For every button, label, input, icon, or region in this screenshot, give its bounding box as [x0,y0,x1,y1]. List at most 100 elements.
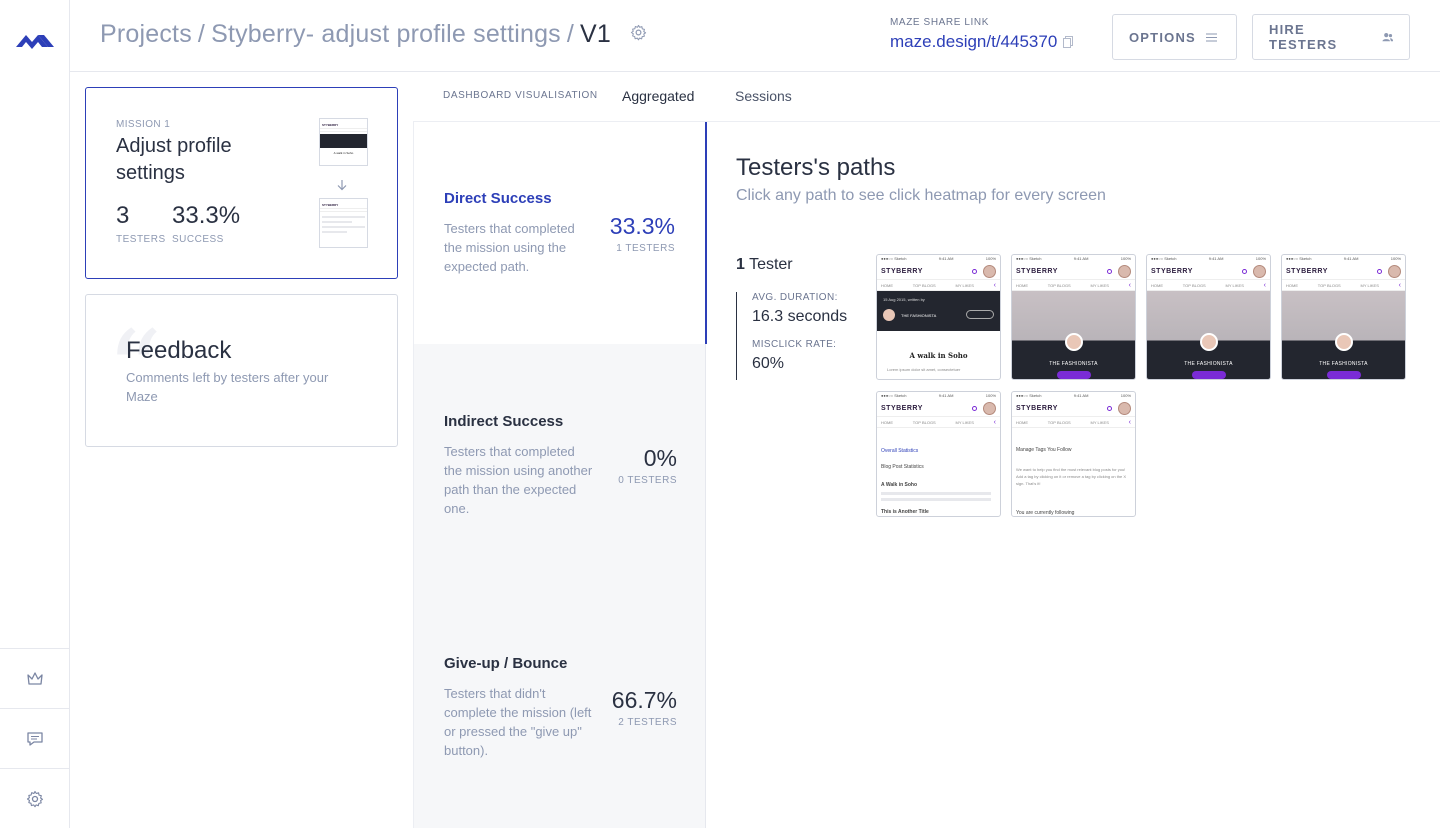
crown-icon[interactable] [0,648,70,708]
users-icon [1382,33,1393,42]
profile-name: THE FASHIONISTA [1184,361,1233,367]
path-screen[interactable]: ●●●○○ Sketch 9:41 AM 100% STYBERRY HOME TOP… [1281,254,1406,380]
status-battery: 100% [1120,256,1131,261]
breadcrumb-projects[interactable]: Projects [100,20,192,48]
path-screen[interactable]: ●●●○○ Sketch 9:41 AM 100% STYBERRY HOME TOP… [876,391,1001,517]
nav-my-likes: MY LIKES [1090,282,1109,288]
nav-home: HOME [1151,282,1163,288]
outcome-indirect-success[interactable]: Indirect Success Testers that completed … [414,344,707,586]
chevron-left-icon: ‹ [1263,281,1266,289]
tags-text: We want to help you find the most releva… [1016,467,1127,486]
avatar [1388,264,1401,278]
brand-name: STYBERRY [1151,267,1193,275]
hire-testers-label: HIRE TESTERS [1269,22,1338,52]
hire-testers-button[interactable]: HIRE TESTERS [1252,14,1410,60]
status-carrier: ●●●○○ Sketch [881,256,907,261]
app-nav: HOME TOP BLOGS MY LIKES ‹ [877,416,1000,428]
brand-name: STYBERRY [881,267,923,275]
avatar [983,264,996,278]
chevron-left-icon: ‹ [993,418,996,426]
gear-icon[interactable] [0,768,70,828]
breadcrumb-separator: / [197,20,206,48]
breadcrumb-version: V1 [580,20,612,48]
search-icon [1242,268,1247,274]
stats-subtitle: Blog Post Statistics [881,464,924,470]
profile-name: THE FASHIONISTA [1319,361,1368,367]
misclick-rate-value: 60% [752,355,785,372]
status-battery: 100% [985,393,996,398]
breadcrumb-separator: / [566,20,575,48]
follow-button [1327,371,1361,379]
app-nav: HOME TOP BLOGS MY LIKES ‹ [877,279,1000,291]
status-carrier: ●●●○○ Sketch [881,393,907,398]
search-icon [972,405,977,411]
stats-row [881,498,991,501]
path-tester-count: 1 Tester [736,256,793,274]
stats-title: Overall Statistics [881,448,919,454]
outcome-direct-success[interactable]: Direct Success Testers that completed th… [414,122,707,344]
path-metrics: AVG. DURATION: 16.3 seconds MISCLICK RAT… [736,292,847,380]
status-time: 9:41 AM [938,256,954,261]
outcome-list: Direct Success Testers that completed th… [413,122,707,828]
mission-testers-stat: 3 TESTERS [116,202,166,245]
tags-title: Manage Tags You Follow [1016,447,1072,453]
arrow-down-icon [336,178,348,196]
mission-start-thumbnail: STYBERRY A walk in Soho [319,118,368,166]
version-settings-gear-icon[interactable] [630,19,647,48]
mission-testers-value: 3 [116,202,130,229]
nav-home: HOME [881,419,893,425]
nav-top-blogs: TOP BLOGS [1047,282,1071,288]
nav-my-likes: MY LIKES [1225,282,1244,288]
mission-card[interactable]: MISSION 1 Adjust profile settings 3 TEST… [85,87,398,279]
tab-sessions[interactable]: Sessions [735,88,792,104]
profile-hero: THE FASHIONISTA [1147,291,1270,379]
paths-title: Testers's paths [736,154,896,181]
outcome-give-up-bounce[interactable]: Give-up / Bounce Testers that didn't com… [414,586,707,828]
top-header: Projects / Styberry- adjust profile settin… [70,0,1440,72]
maze-logo[interactable] [14,28,56,52]
status-time: 9:41 AM [1343,256,1359,261]
status-bar: ●●●○○ Sketch 9:41 AM 100% [1012,392,1135,400]
path-screen[interactable]: ●●●○○ Sketch 9:41 AM 100% STYBERRY HOME TOP… [1146,254,1271,380]
path-screen[interactable]: ●●●○○ Sketch 9:41 AM 100% STYBERRY HOME TOP… [876,254,1001,380]
outcome-title: Give-up / Bounce [444,655,568,672]
nav-home: HOME [881,282,893,288]
copy-icon[interactable] [1063,36,1074,48]
outcome-description: Testers that completed the mission using… [444,444,593,516]
profile-hero: THE FASHIONISTA [1282,291,1405,379]
tab-dashboard-visualisation: DASHBOARD VISUALISATION [443,90,598,101]
outcome-description: Testers that completed the mission using… [444,221,575,274]
feedback-title: Feedback [126,337,232,364]
mission-label: MISSION 1 [116,119,171,130]
options-button[interactable]: OPTIONS [1112,14,1237,60]
chevron-left-icon: ‹ [1398,281,1401,289]
status-battery: 100% [1120,393,1131,398]
tab-aggregated[interactable]: Aggregated [622,88,694,104]
stats-item: A Walk in Soho [881,482,918,488]
column-divider [705,344,706,828]
path-tester-word: Tester [749,256,793,273]
avg-duration-value: 16.3 seconds [752,308,848,325]
view-tabs: DASHBOARD VISUALISATION Aggregated Sessi… [413,72,1440,122]
nav-my-likes: MY LIKES [955,282,974,288]
app-brand-bar: STYBERRY [1012,263,1135,279]
feedback-card[interactable]: “ Feedback Comments left by testers afte… [85,294,398,447]
status-bar: ●●●○○ Sketch 9:41 AM 100% [877,255,1000,263]
status-carrier: ●●●○○ Sketch [1286,256,1312,261]
follow-button [1057,371,1091,379]
status-bar: ●●●○○ Sketch 9:41 AM 100% [877,392,1000,400]
outcome-title: Indirect Success [444,413,564,430]
comment-icon[interactable] [0,708,70,768]
share-url-text[interactable]: maze.design/t/445370 [890,32,1057,52]
stats-row [881,492,991,495]
app-nav: HOME TOP BLOGS MY LIKES ‹ [1147,279,1270,291]
mission-end-thumbnail: STYBERRY [319,198,368,248]
author-avatar [883,309,895,321]
share-link-url[interactable]: maze.design/t/445370 [890,32,1074,52]
nav-home: HOME [1286,282,1298,288]
path-screen[interactable]: ●●●○○ Sketch 9:41 AM 100% STYBERRY HOME TOP… [1011,391,1136,517]
app-nav: HOME TOP BLOGS MY LIKES ‹ [1012,279,1135,291]
outcome-count: 2 TESTERS [618,717,677,728]
path-screen[interactable]: ●●●○○ Sketch 9:41 AM 100% STYBERRY HOME TOP… [1011,254,1136,380]
breadcrumb-project[interactable]: Styberry- adjust profile settings [211,20,561,48]
